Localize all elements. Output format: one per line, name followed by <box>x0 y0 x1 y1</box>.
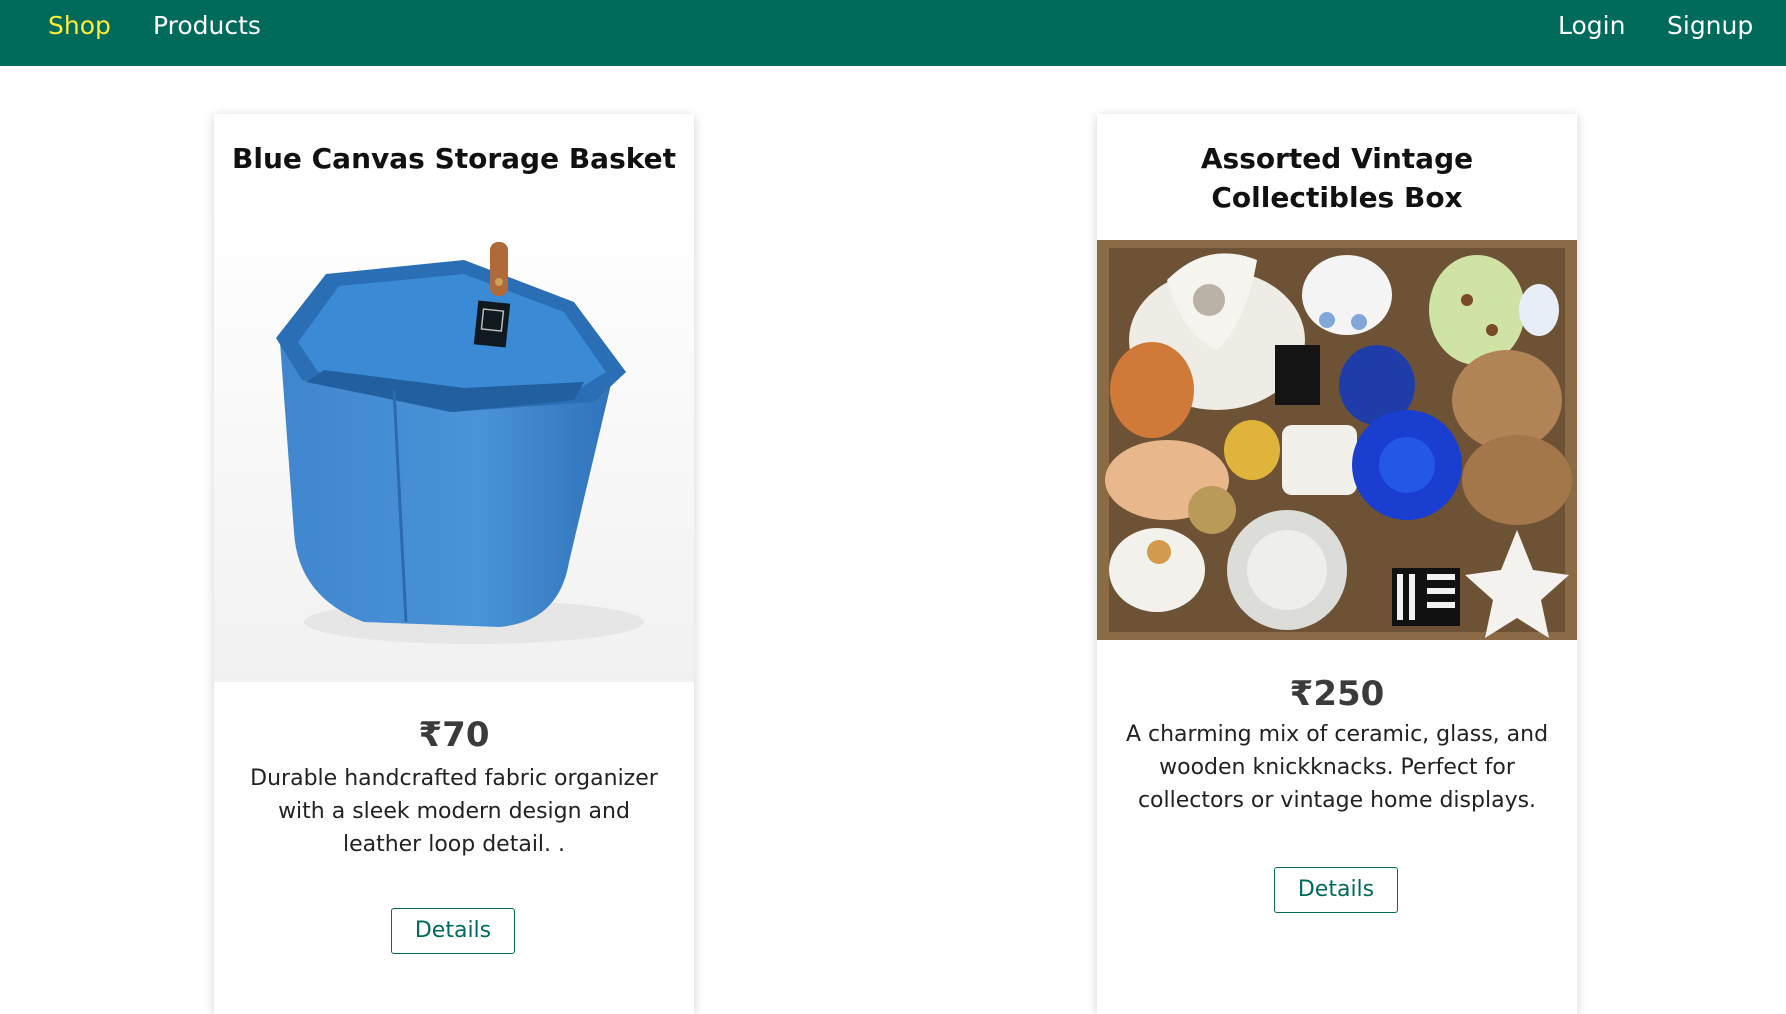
product-description: Durable handcrafted fabric organizer wit… <box>250 766 658 857</box>
nav-link-signup[interactable]: Signup <box>1667 0 1753 52</box>
vintage-collectibles-image <box>1097 240 1577 640</box>
top-navbar: Shop Products Login Signup <box>0 0 1786 66</box>
product-description: A charming mix of ceramic, glass, and wo… <box>1125 722 1549 813</box>
product-card: Blue Canvas Storage Basket ₹70 Durable h… <box>214 114 694 1014</box>
product-price: ₹70 <box>418 715 490 755</box>
details-button[interactable]: Details <box>391 908 515 954</box>
nav-link-login[interactable]: Login <box>1558 0 1625 52</box>
nav-link-products[interactable]: Products <box>153 0 261 52</box>
product-image[interactable] <box>1097 240 1577 640</box>
product-title: Assorted Vintage Collectibles Box <box>1200 142 1474 214</box>
product-image[interactable] <box>214 202 694 682</box>
details-button[interactable]: Details <box>1274 867 1398 913</box>
blue-basket-image <box>214 202 694 682</box>
product-title: Blue Canvas Storage Basket <box>232 142 676 175</box>
nav-link-shop[interactable]: Shop <box>48 0 111 52</box>
product-price: ₹250 <box>1289 674 1385 714</box>
product-card: Assorted Vintage Collectibles Box ₹250 A… <box>1097 114 1577 1014</box>
